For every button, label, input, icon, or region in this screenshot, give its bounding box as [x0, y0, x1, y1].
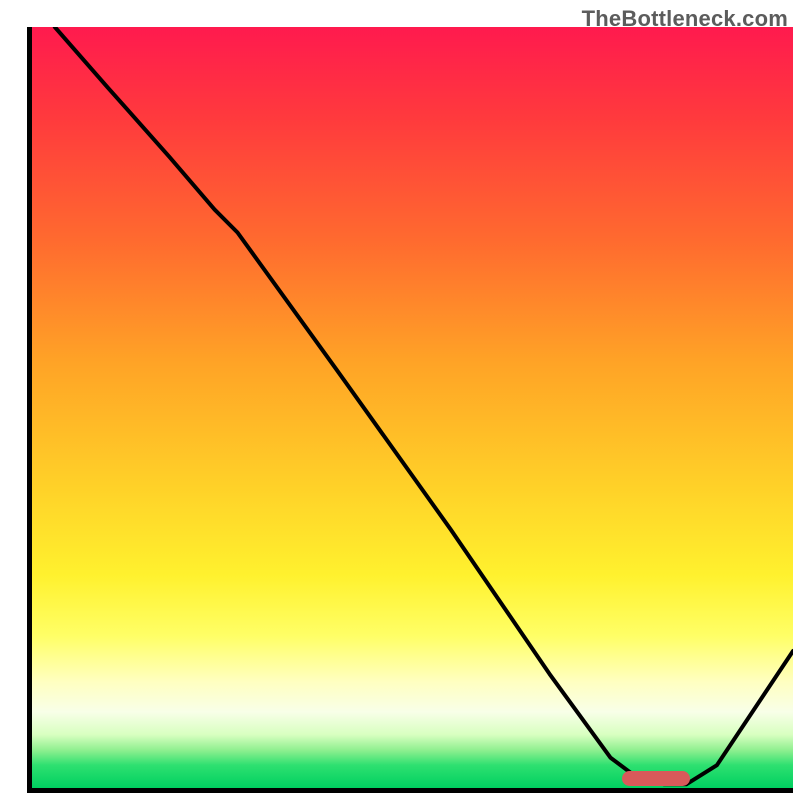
bottleneck-chart: TheBottleneck.com [0, 0, 800, 800]
plot-area [27, 27, 793, 793]
optimum-marker [622, 771, 690, 786]
bottleneck-curve [32, 27, 793, 788]
bottleneck-curve-path [55, 27, 793, 784]
